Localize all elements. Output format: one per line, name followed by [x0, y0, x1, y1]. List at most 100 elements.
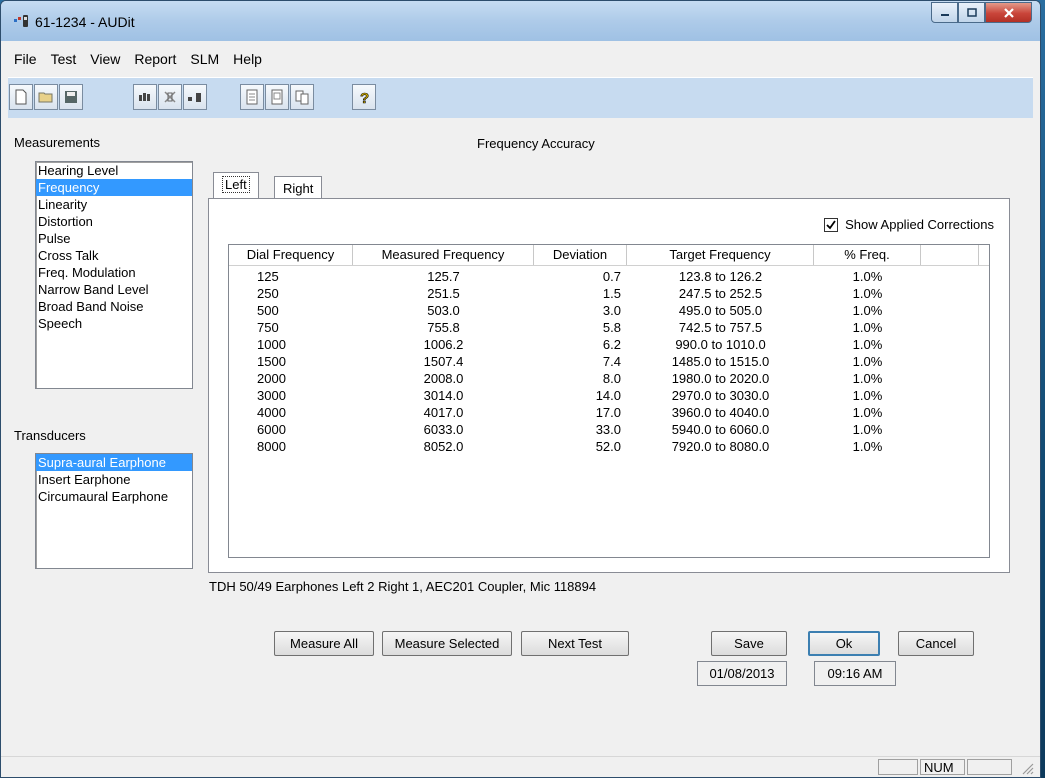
save-toolbar-button[interactable]	[59, 84, 83, 110]
column-header[interactable]: Target Frequency	[627, 245, 814, 265]
maximize-button[interactable]	[958, 2, 985, 23]
toolbar-report-group	[240, 84, 315, 112]
target-frequency-cell: 495.0 to 505.0	[678, 303, 763, 318]
status-bar: NUM	[1, 756, 1040, 777]
table-row[interactable]: 4000 4017.0 17.0 3960.0 to 4040.0 1.0%	[229, 404, 989, 421]
measurements-list[interactable]: Hearing Level Frequency Linearity Distor…	[35, 161, 193, 389]
measured-frequency-cell: 251.5	[427, 286, 460, 301]
num-lock-indicator: NUM	[920, 759, 965, 775]
report-button[interactable]	[240, 84, 264, 110]
table-row[interactable]: 125 125.7 0.7 123.8 to 126.2 1.0%	[229, 268, 989, 285]
help-button[interactable]: ?	[352, 84, 376, 110]
tab-left[interactable]: Left	[213, 172, 259, 198]
list-item[interactable]: Linearity	[36, 196, 192, 213]
transducers-label: Transducers	[14, 428, 86, 443]
minimize-button[interactable]	[931, 2, 958, 23]
dial-frequency-cell: 1000	[257, 337, 286, 352]
show-corrections-checkbox[interactable]: Show Applied Corrections	[824, 217, 994, 232]
caption-buttons	[931, 2, 1032, 23]
target-frequency-cell: 742.5 to 757.5	[678, 320, 763, 335]
list-item[interactable]: Circumaural Earphone	[36, 488, 192, 505]
list-item[interactable]: Hearing Level	[36, 162, 192, 179]
measure-selected-button[interactable]: Measure Selected	[382, 631, 512, 656]
table-row[interactable]: 250 251.5 1.5 247.5 to 252.5 1.0%	[229, 285, 989, 302]
column-header[interactable]: Dial Frequency	[229, 245, 353, 265]
table-row[interactable]: 500 503.0 3.0 495.0 to 505.0 1.0%	[229, 302, 989, 319]
results-table[interactable]: Dial Frequency Measured Frequency Deviat…	[228, 244, 990, 558]
table-row[interactable]: 6000 6033.0 33.0 5940.0 to 6060.0 1.0%	[229, 421, 989, 438]
table-row[interactable]: 3000 3014.0 14.0 2970.0 to 3030.0 1.0%	[229, 387, 989, 404]
maximize-icon	[966, 7, 977, 17]
test-tone-button[interactable]	[133, 84, 157, 110]
deviation-cell: 3.0	[602, 303, 621, 318]
tab-right[interactable]: Right	[274, 176, 323, 198]
deviation-cell: 33.0	[595, 422, 621, 437]
measured-frequency-cell: 503.0	[427, 303, 460, 318]
dial-frequency-cell: 125	[257, 269, 279, 284]
close-button[interactable]	[985, 2, 1032, 23]
deviation-cell: 17.0	[595, 405, 621, 420]
column-header-empty	[921, 245, 979, 265]
new-button[interactable]	[9, 84, 33, 110]
target-frequency-cell: 1980.0 to 2020.0	[671, 371, 770, 386]
table-row[interactable]: 1500 1507.4 7.4 1485.0 to 1515.0 1.0%	[229, 353, 989, 370]
table-row[interactable]: 2000 2008.0 8.0 1980.0 to 2020.0 1.0%	[229, 370, 989, 387]
dial-frequency-cell: 3000	[257, 388, 286, 403]
dial-frequency-cell: 2000	[257, 371, 286, 386]
checkbox-checked-icon[interactable]	[824, 217, 839, 232]
list-item-selected[interactable]: Frequency	[36, 179, 192, 196]
menu-view[interactable]: View	[84, 51, 128, 67]
menu-slm[interactable]: SLM	[184, 51, 227, 67]
deviation-cell: 7.4	[602, 354, 621, 369]
menu-file[interactable]: File	[8, 51, 45, 67]
measured-frequency-cell: 4017.0	[423, 405, 464, 420]
app-window: 61-1234 - AUDit File Test View Report SL…	[0, 0, 1041, 778]
open-folder-icon	[38, 92, 53, 103]
list-item-selected[interactable]: Supra-aural Earphone	[36, 454, 192, 471]
percent-freq-cell: 1.0%	[852, 371, 883, 386]
ok-button[interactable]: Ok	[808, 631, 880, 656]
report-preview-button[interactable]	[265, 84, 289, 110]
list-item[interactable]: Distortion	[36, 213, 192, 230]
save-button[interactable]: Save	[711, 631, 787, 656]
equipment-info: TDH 50/49 Earphones Left 2 Right 1, AEC2…	[209, 579, 597, 594]
target-frequency-cell: 2970.0 to 3030.0	[671, 388, 770, 403]
cancel-button[interactable]: Cancel	[898, 631, 974, 656]
toolbar-test-group	[133, 84, 208, 112]
menu-test[interactable]: Test	[45, 51, 85, 67]
column-header[interactable]: Measured Frequency	[353, 245, 534, 265]
deviation-cell: 5.8	[602, 320, 621, 335]
percent-freq-cell: 1.0%	[852, 269, 883, 284]
svg-text:?: ?	[360, 90, 369, 105]
list-item[interactable]: Narrow Band Level	[36, 281, 192, 298]
report-icon	[246, 89, 258, 105]
menu-report[interactable]: Report	[128, 51, 184, 67]
measure-all-button[interactable]: Measure All	[274, 631, 374, 656]
dial-frequency-cell: 4000	[257, 405, 286, 420]
save-icon	[65, 91, 77, 103]
table-row[interactable]: 1000 1006.2 6.2 990.0 to 1010.0 1.0%	[229, 336, 989, 353]
open-button[interactable]	[34, 84, 58, 110]
table-row[interactable]: 750 755.8 5.8 742.5 to 757.5 1.0%	[229, 319, 989, 336]
list-item[interactable]: Insert Earphone	[36, 471, 192, 488]
resize-grip-icon[interactable]	[1020, 761, 1034, 775]
table-row[interactable]: 8000 8052.0 52.0 7920.0 to 8080.0 1.0%	[229, 438, 989, 455]
dial-frequency-cell: 1500	[257, 354, 286, 369]
title-bar[interactable]: 61-1234 - AUDit	[1, 1, 1040, 41]
report-print-button[interactable]	[290, 84, 314, 110]
list-item[interactable]: Speech	[36, 315, 192, 332]
menu-help[interactable]: Help	[227, 51, 270, 67]
transducer-button[interactable]	[158, 84, 182, 110]
list-item[interactable]: Cross Talk	[36, 247, 192, 264]
list-item[interactable]: Pulse	[36, 230, 192, 247]
next-test-button[interactable]: Next Test	[521, 631, 629, 656]
time-display: 09:16 AM	[814, 661, 896, 686]
transducer-icon	[164, 91, 176, 103]
column-header[interactable]: Deviation	[534, 245, 627, 265]
transducers-list[interactable]: Supra-aural Earphone Insert Earphone Cir…	[35, 453, 193, 569]
list-item[interactable]: Freq. Modulation	[36, 264, 192, 281]
meter-button[interactable]	[183, 84, 207, 110]
column-header[interactable]: % Freq.	[814, 245, 921, 265]
list-item[interactable]: Broad Band Noise	[36, 298, 192, 315]
target-frequency-cell: 123.8 to 126.2	[678, 269, 763, 284]
